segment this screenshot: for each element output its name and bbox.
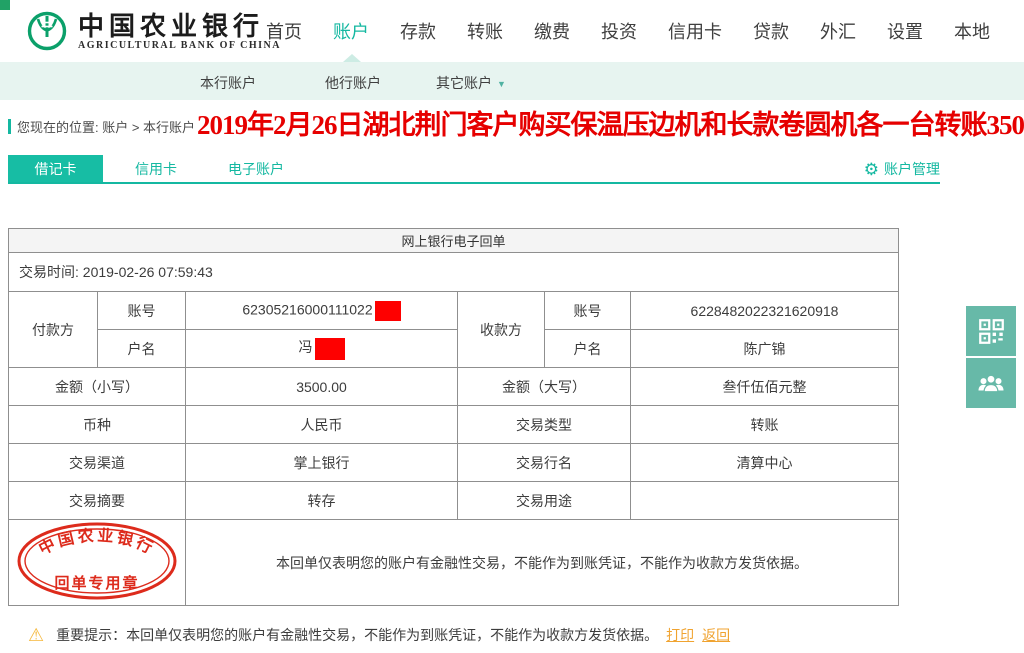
stamp-bottom-text: 回单专用章 xyxy=(54,574,139,592)
customer-service-button[interactable] xyxy=(966,358,1016,408)
payer-name-label: 户名 xyxy=(97,329,186,368)
main-nav: 首页 账户 存款 转账 缴费 投资 信用卡 贷款 外汇 设置 本地 xyxy=(266,0,990,62)
payee-name-value: 陈广锦 xyxy=(629,329,900,368)
subnav-item-other-accounts-label: 其它账户 xyxy=(436,75,492,91)
print-link[interactable]: 打印 xyxy=(666,625,694,645)
stamp-cell: 中国农业银行 回单专用章 xyxy=(8,519,186,606)
gear-icon: ⚙ xyxy=(863,159,879,179)
nav-item-settings[interactable]: 设置 xyxy=(887,18,923,44)
summary-label: 交易摘要 xyxy=(8,481,186,520)
payer-name-value: 冯 xyxy=(185,329,458,368)
header: 中国农业银行 AGRICULTURAL BANK OF CHINA 首页 账户 … xyxy=(0,0,1024,62)
nav-item-transfer[interactable]: 转账 xyxy=(467,18,503,44)
transaction-type-value: 转账 xyxy=(629,405,900,444)
transaction-type-label: 交易类型 xyxy=(457,405,631,444)
breadcrumb-text: 您现在的位置: 账户 > 本行账户 xyxy=(17,120,196,135)
tab-electronic-account[interactable]: 电子账户 xyxy=(228,155,284,183)
nav-item-payments[interactable]: 缴费 xyxy=(534,18,570,44)
summary-value: 转存 xyxy=(185,481,458,520)
payee-group-label: 收款方 xyxy=(457,291,545,368)
purpose-value xyxy=(629,481,900,520)
qr-code-button[interactable] xyxy=(966,306,1016,356)
payer-name: 冯 xyxy=(298,339,313,356)
chevron-down-icon: ▼ xyxy=(497,79,506,89)
account-manage-label: 账户管理 xyxy=(884,161,940,177)
back-link[interactable]: 返回 xyxy=(702,625,730,645)
breadcrumb-accent-bar xyxy=(8,119,11,134)
red-annotation-text: 2019年2月26日湖北荆门客户购买保温压边机和长款卷圆机各一台转账3500元至… xyxy=(197,110,1024,140)
bank-name: 中国农业银行 AGRICULTURAL BANK OF CHINA xyxy=(78,12,281,51)
subnav-item-other-accounts[interactable]: 其它账户 ▼ xyxy=(436,73,506,93)
payee-account-value: 6228482022321620918 xyxy=(629,291,900,330)
account-tabs: 借记卡 信用卡 电子账户 ⚙ 账户管理 xyxy=(8,155,940,184)
amount-words-label: 金额（大写） xyxy=(457,367,631,406)
tip-text: 本回单仅表明您的账户有金融性交易，不能作为到账凭证，不能作为收款方发货依据。 xyxy=(126,627,659,643)
tabs-underline xyxy=(8,182,940,184)
footer-tip: ⚠ 重要提示： 本回单仅表明您的账户有金融性交易，不能作为到账凭证，不能作为收款… xyxy=(28,625,730,645)
payer-group-label: 付款方 xyxy=(8,291,98,368)
currency-value: 人民币 xyxy=(185,405,458,444)
breadcrumb: 您现在的位置: 账户 > 本行账户 xyxy=(8,117,195,136)
nav-item-accounts[interactable]: 账户 xyxy=(333,18,369,44)
branch-label: 交易行名 xyxy=(457,443,631,482)
nav-item-investment[interactable]: 投资 xyxy=(601,18,637,44)
subnav-item-other-bank-accounts[interactable]: 他行账户 xyxy=(325,73,381,93)
bank-name-cn: 中国农业银行 xyxy=(78,10,265,41)
nav-item-credit-card[interactable]: 信用卡 xyxy=(668,18,722,44)
payer-account-number: 62305216000111022 xyxy=(242,301,373,318)
abc-logo-icon xyxy=(27,11,67,51)
nav-item-deposits[interactable]: 存款 xyxy=(400,18,436,44)
corner-marker xyxy=(0,0,10,10)
amount-figures-value: 3500.00 xyxy=(185,367,458,406)
payer-account-label: 账号 xyxy=(97,291,186,330)
transaction-time-label: 交易时间: xyxy=(19,264,79,280)
redaction-box xyxy=(314,337,345,360)
sub-nav: 本行账户 他行账户 其它账户 ▼ xyxy=(0,54,1024,100)
bank-name-en: AGRICULTURAL BANK OF CHINA xyxy=(78,39,282,51)
bank-logo: 中国农业银行 AGRICULTURAL BANK OF CHINA xyxy=(26,10,281,52)
currency-label: 币种 xyxy=(8,405,186,444)
side-toolbar xyxy=(966,306,1016,410)
qr-code-icon xyxy=(978,318,1004,344)
bank-receipt-stamp: 中国农业银行 回单专用章 xyxy=(17,522,177,600)
payer-account-value: 62305216000111022 xyxy=(185,291,458,330)
tab-credit-card[interactable]: 信用卡 xyxy=(135,155,177,183)
transaction-time-value: 2019-02-26 07:59:43 xyxy=(82,264,213,280)
page: 中国农业银行 AGRICULTURAL BANK OF CHINA 首页 账户 … xyxy=(0,0,1024,653)
nav-item-loans[interactable]: 贷款 xyxy=(753,18,789,44)
subnav-pointer-triangle xyxy=(343,54,361,62)
purpose-label: 交易用途 xyxy=(457,481,631,520)
amount-words-value: 叁仟伍佰元整 xyxy=(629,367,900,406)
e-receipt: 网上银行电子回单 交易时间: 2019-02-26 07:59:43 付款方 账… xyxy=(7,228,900,606)
channel-value: 掌上银行 xyxy=(185,443,458,482)
receipt-disclaimer: 本回单仅表明您的账户有金融性交易，不能作为到账凭证，不能作为收款方发货依据。 xyxy=(184,519,900,606)
account-manage-link[interactable]: ⚙ 账户管理 xyxy=(864,159,940,179)
channel-label: 交易渠道 xyxy=(8,443,186,482)
amount-figures-label: 金额（小写） xyxy=(8,367,186,406)
transaction-time-cell: 交易时间: 2019-02-26 07:59:43 xyxy=(7,252,900,292)
receipt-title: 网上银行电子回单 xyxy=(7,228,900,253)
branch-value: 清算中心 xyxy=(629,443,900,482)
people-icon xyxy=(978,374,1004,393)
redaction-box xyxy=(374,300,401,321)
subnav-item-own-bank-accounts[interactable]: 本行账户 xyxy=(200,73,256,93)
receipt-table: 网上银行电子回单 交易时间: 2019-02-26 07:59:43 付款方 账… xyxy=(7,228,900,606)
warning-icon: ⚠ xyxy=(28,625,45,645)
payee-account-label: 账号 xyxy=(544,291,631,330)
nav-item-home[interactable]: 首页 xyxy=(266,18,302,44)
nav-item-local[interactable]: 本地 xyxy=(954,18,990,44)
tip-label: 重要提示： xyxy=(56,627,127,643)
tab-debit-card[interactable]: 借记卡 xyxy=(8,155,103,183)
nav-item-forex[interactable]: 外汇 xyxy=(820,18,856,44)
payee-name-label: 户名 xyxy=(544,329,631,368)
